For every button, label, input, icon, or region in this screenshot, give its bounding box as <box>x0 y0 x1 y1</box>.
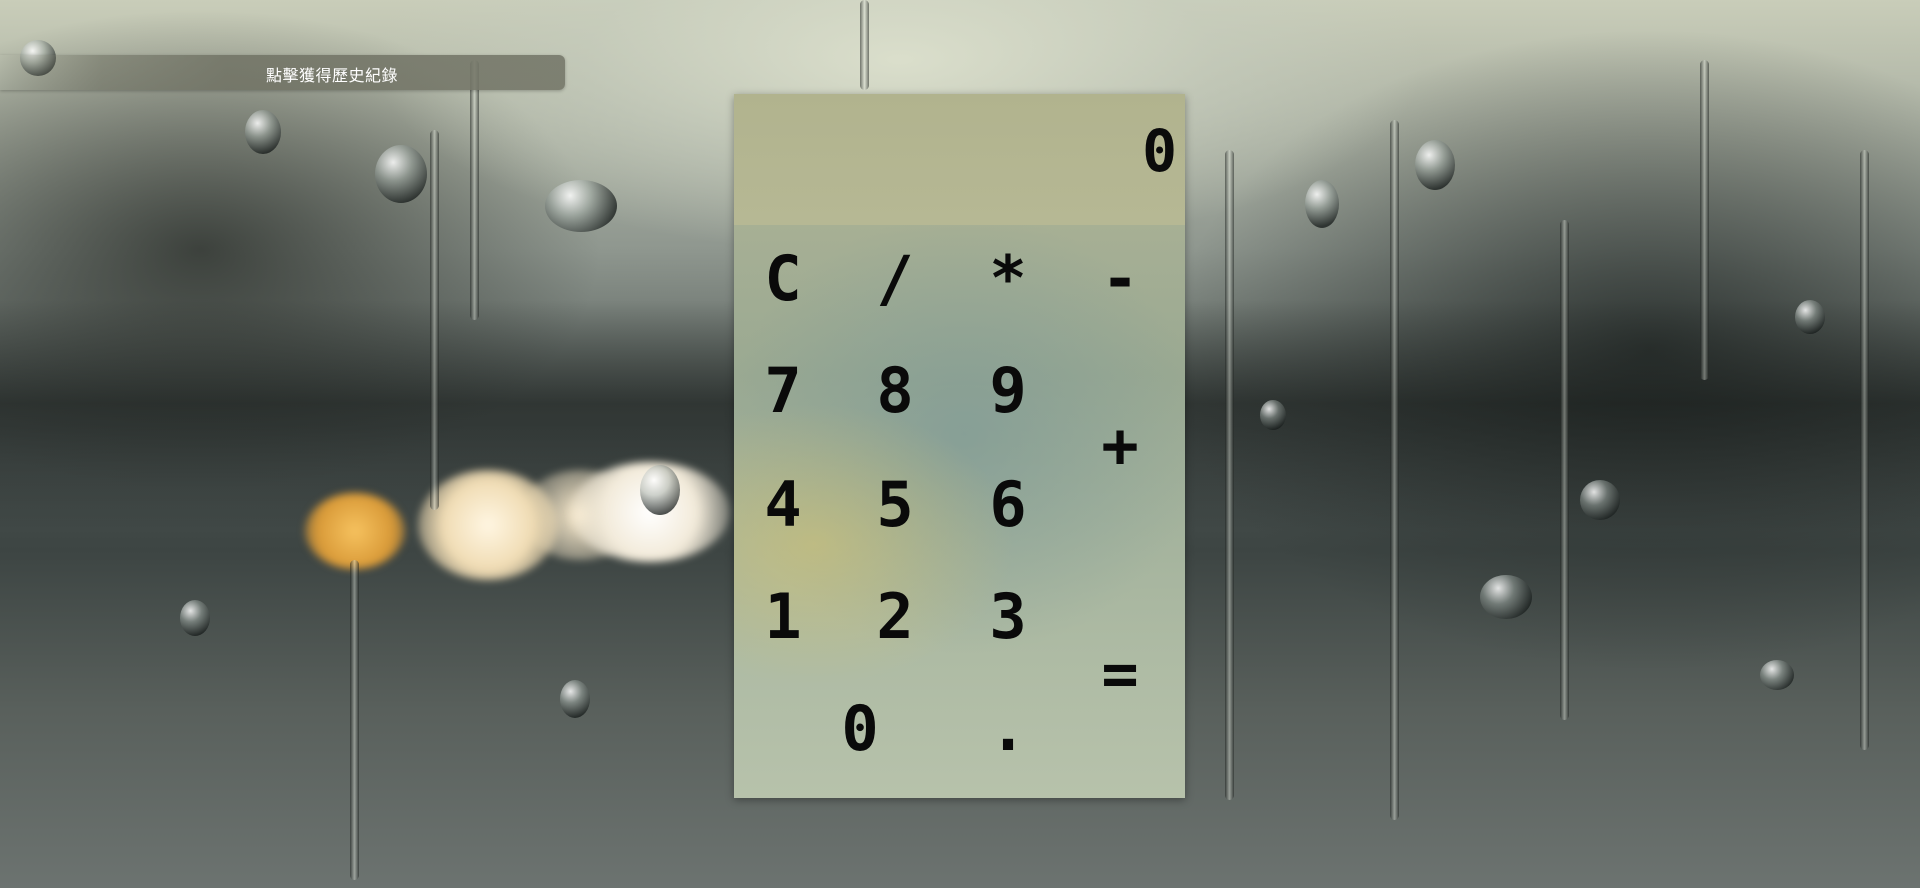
rain-streak <box>1390 120 1399 820</box>
rain-drop <box>1760 660 1794 690</box>
rain-drop <box>1795 300 1825 334</box>
rain-streak <box>470 60 479 320</box>
digit-six-button[interactable]: 6 <box>963 474 1053 536</box>
calculator-keypad: C / * - 7 8 9 + 4 5 6 1 2 3 = 0 . <box>734 225 1185 798</box>
digit-zero-button[interactable]: 0 <box>790 698 930 760</box>
history-bar[interactable]: 點擊獲得歷史紀錄 <box>0 55 565 90</box>
display-value: 0 <box>1142 117 1177 185</box>
digit-three-button[interactable]: 3 <box>963 586 1053 648</box>
rain-drop <box>1580 480 1620 520</box>
rain-drop <box>545 180 617 232</box>
add-button[interactable]: + <box>1075 415 1165 477</box>
rain-drop <box>560 680 590 718</box>
rain-streak <box>860 0 869 90</box>
rain-drop <box>375 145 427 203</box>
clear-button[interactable]: C <box>738 248 828 310</box>
digit-nine-button[interactable]: 9 <box>963 360 1053 422</box>
divide-button[interactable]: / <box>850 248 940 310</box>
rain-drop <box>1480 575 1532 619</box>
rain-drop <box>640 465 680 515</box>
bokeh-light-white <box>418 470 558 580</box>
rain-drop <box>1260 400 1286 430</box>
digit-five-button[interactable]: 5 <box>850 474 940 536</box>
decimal-button[interactable]: . <box>963 698 1053 760</box>
rain-streak <box>1700 60 1709 380</box>
bokeh-light-amber <box>305 493 405 569</box>
multiply-button[interactable]: * <box>963 248 1053 310</box>
calculator: 0 C / * - 7 8 9 + 4 5 6 1 2 3 = 0 . <box>734 94 1185 798</box>
rain-streak <box>350 560 359 880</box>
equals-button[interactable]: = <box>1075 643 1165 705</box>
rain-drop <box>245 110 281 154</box>
rain-streak <box>430 130 439 510</box>
rain-drop <box>1415 140 1455 190</box>
digit-one-button[interactable]: 1 <box>738 586 828 648</box>
digit-four-button[interactable]: 4 <box>738 474 828 536</box>
rain-streak <box>1560 220 1569 720</box>
calculator-display: 0 <box>734 94 1185 225</box>
subtract-button[interactable]: - <box>1075 248 1165 310</box>
digit-seven-button[interactable]: 7 <box>738 360 828 422</box>
digit-two-button[interactable]: 2 <box>850 586 940 648</box>
rain-drop <box>180 600 210 636</box>
history-label[interactable]: 點擊獲得歷史紀錄 <box>266 62 398 86</box>
rain-drop <box>1305 180 1339 228</box>
rain-streak <box>1860 150 1869 750</box>
rain-streak <box>1225 150 1234 800</box>
digit-eight-button[interactable]: 8 <box>850 360 940 422</box>
